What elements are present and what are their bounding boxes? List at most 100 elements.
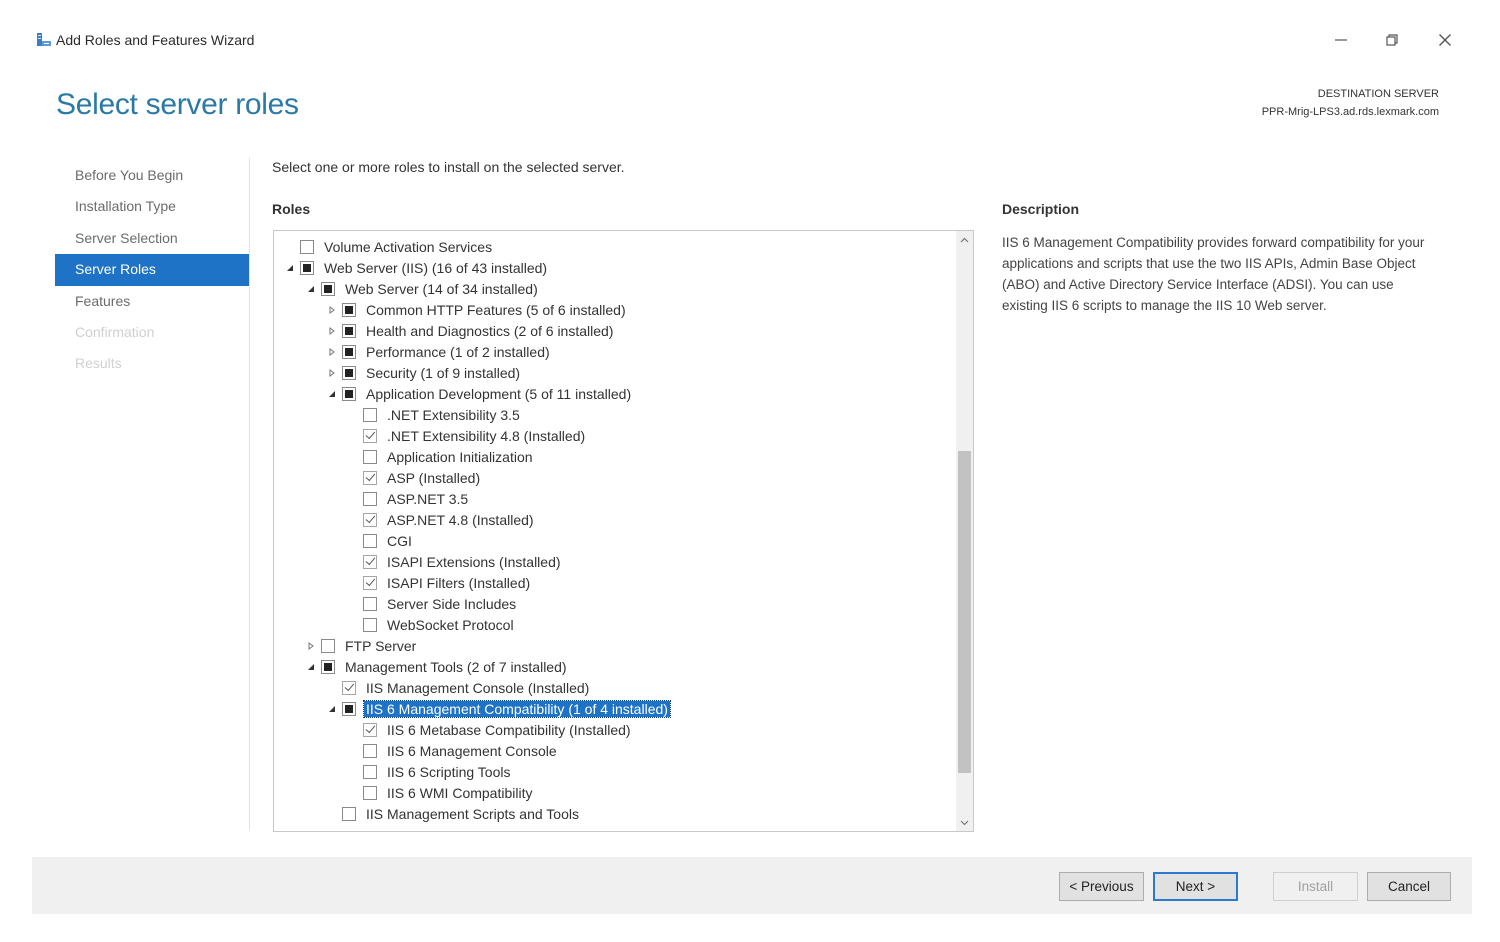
window-title: Add Roles and Features Wizard [56,32,255,48]
cancel-button[interactable]: Cancel [1367,872,1451,901]
role-checkbox[interactable] [363,407,377,422]
tree-row[interactable]: ASP.NET 3.5 [274,488,954,509]
tree-row[interactable]: Volume Activation Services [274,236,954,257]
role-checkbox[interactable] [363,491,377,506]
role-checkbox[interactable] [342,806,356,821]
role-label: Volume Activation Services [324,238,493,255]
role-checkbox[interactable] [321,659,335,674]
scroll-thumb[interactable] [958,451,971,773]
role-checkbox[interactable] [363,785,377,800]
role-checkbox[interactable] [342,302,356,317]
triangle-right-icon[interactable] [326,325,338,337]
next-button[interactable]: Next > [1153,872,1238,901]
role-label: FTP Server [345,637,417,654]
tree-row[interactable]: IIS Management Scripts and Tools [274,803,954,824]
wizard-window: Add Roles and Features Wizard Select ser… [32,22,1472,914]
role-checkbox[interactable] [363,743,377,758]
tree-row[interactable]: Health and Diagnostics (2 of 6 installed… [274,320,954,341]
tree-row[interactable]: WebSocket Protocol [274,614,954,635]
triangle-right-icon[interactable] [326,367,338,379]
tree-row[interactable]: Web Server (IIS) (16 of 43 installed) [274,257,954,278]
tree-row[interactable]: Application Development (5 of 11 install… [274,383,954,404]
role-checkbox[interactable] [363,764,377,779]
instruction-text: Select one or more roles to install on t… [272,159,625,175]
tree-row[interactable]: ISAPI Extensions (Installed) [274,551,954,572]
tree-row[interactable]: IIS Management Console (Installed) [274,677,954,698]
nav-item-features[interactable]: Features [55,286,249,317]
previous-button[interactable]: < Previous [1059,872,1144,901]
tree-row[interactable]: .NET Extensibility 4.8 (Installed) [274,425,954,446]
tree-row[interactable]: ASP (Installed) [274,467,954,488]
role-label: ISAPI Extensions (Installed) [387,553,561,570]
triangle-right-icon[interactable] [326,304,338,316]
role-checkbox[interactable] [363,512,377,527]
tree-row[interactable]: IIS 6 Metabase Compatibility (Installed) [274,719,954,740]
role-checkbox[interactable] [363,722,377,737]
tree-row[interactable]: Common HTTP Features (5 of 6 installed) [274,299,954,320]
role-checkbox[interactable] [342,323,356,338]
scroll-down-icon[interactable] [956,814,973,831]
scroll-up-icon[interactable] [956,231,973,248]
role-checkbox[interactable] [363,575,377,590]
roles-tree-list: Volume Activation Services Web Server (II… [274,236,954,824]
role-label: IIS 6 Management Console [387,742,557,759]
restore-icon[interactable] [1378,28,1406,52]
tree-row[interactable]: CGI [274,530,954,551]
role-checkbox[interactable] [342,344,356,359]
tree-row[interactable]: Web Server (14 of 34 installed) [274,278,954,299]
tree-row[interactable]: Application Initialization [274,446,954,467]
role-checkbox[interactable] [363,617,377,632]
nav-item-installation-type[interactable]: Installation Type [55,191,249,222]
tree-row[interactable]: Management Tools (2 of 7 installed) [274,656,954,677]
role-label: Common HTTP Features (5 of 6 installed) [366,301,626,318]
role-label: IIS 6 Management Compatibility (1 of 4 i… [363,699,671,718]
role-checkbox[interactable] [363,554,377,569]
roles-tree[interactable]: Volume Activation Services Web Server (II… [273,230,974,832]
role-checkbox[interactable] [321,638,335,653]
role-checkbox[interactable] [342,365,356,380]
role-checkbox[interactable] [363,428,377,443]
role-checkbox[interactable] [363,470,377,485]
nav-item-before-you-begin[interactable]: Before You Begin [55,160,249,191]
triangle-down-right-icon[interactable] [326,388,338,400]
tree-row[interactable]: Server Side Includes [274,593,954,614]
tree-row[interactable]: Security (1 of 9 installed) [274,362,954,383]
role-label: ASP.NET 4.8 (Installed) [387,511,534,528]
tree-row[interactable]: .NET Extensibility 3.5 [274,404,954,425]
nav-item-server-roles[interactable]: Server Roles [55,254,249,286]
role-checkbox[interactable] [363,533,377,548]
role-checkbox[interactable] [342,680,356,695]
tree-row[interactable]: FTP Server [274,635,954,656]
role-label: CGI [387,532,412,549]
tree-row[interactable]: ASP.NET 4.8 (Installed) [274,509,954,530]
role-checkbox[interactable] [300,239,314,254]
role-checkbox[interactable] [363,596,377,611]
role-label: ASP (Installed) [387,469,481,486]
tree-row[interactable]: IIS 6 Management Compatibility (1 of 4 i… [274,698,954,719]
triangle-down-right-icon[interactable] [326,703,338,715]
triangle-right-icon[interactable] [326,346,338,358]
tree-row[interactable]: IIS 6 WMI Compatibility [274,782,954,803]
triangle-right-icon[interactable] [305,640,317,652]
tree-row[interactable]: IIS 6 Management Console [274,740,954,761]
role-label: ASP.NET 3.5 [387,490,469,507]
close-icon[interactable] [1431,28,1459,52]
triangle-down-right-icon[interactable] [305,283,317,295]
role-checkbox[interactable] [342,386,356,401]
nav-item-server-selection[interactable]: Server Selection [55,223,249,254]
role-checkbox[interactable] [321,281,335,296]
role-checkbox[interactable] [300,260,314,275]
roles-scrollbar[interactable] [956,231,973,831]
tree-row[interactable]: ISAPI Filters (Installed) [274,572,954,593]
role-label: Application Initialization [387,448,533,465]
triangle-down-right-icon[interactable] [305,661,317,673]
minimize-icon[interactable] [1327,28,1355,52]
role-label: Web Server (IIS) (16 of 43 installed) [324,259,548,276]
role-checkbox[interactable] [363,449,377,464]
tree-row[interactable]: Performance (1 of 2 installed) [274,341,954,362]
tree-row[interactable]: IIS 6 Scripting Tools [274,761,954,782]
nav-divider [249,158,250,830]
server-manager-icon [35,31,53,49]
triangle-down-right-icon[interactable] [284,262,296,274]
role-checkbox[interactable] [342,701,356,716]
